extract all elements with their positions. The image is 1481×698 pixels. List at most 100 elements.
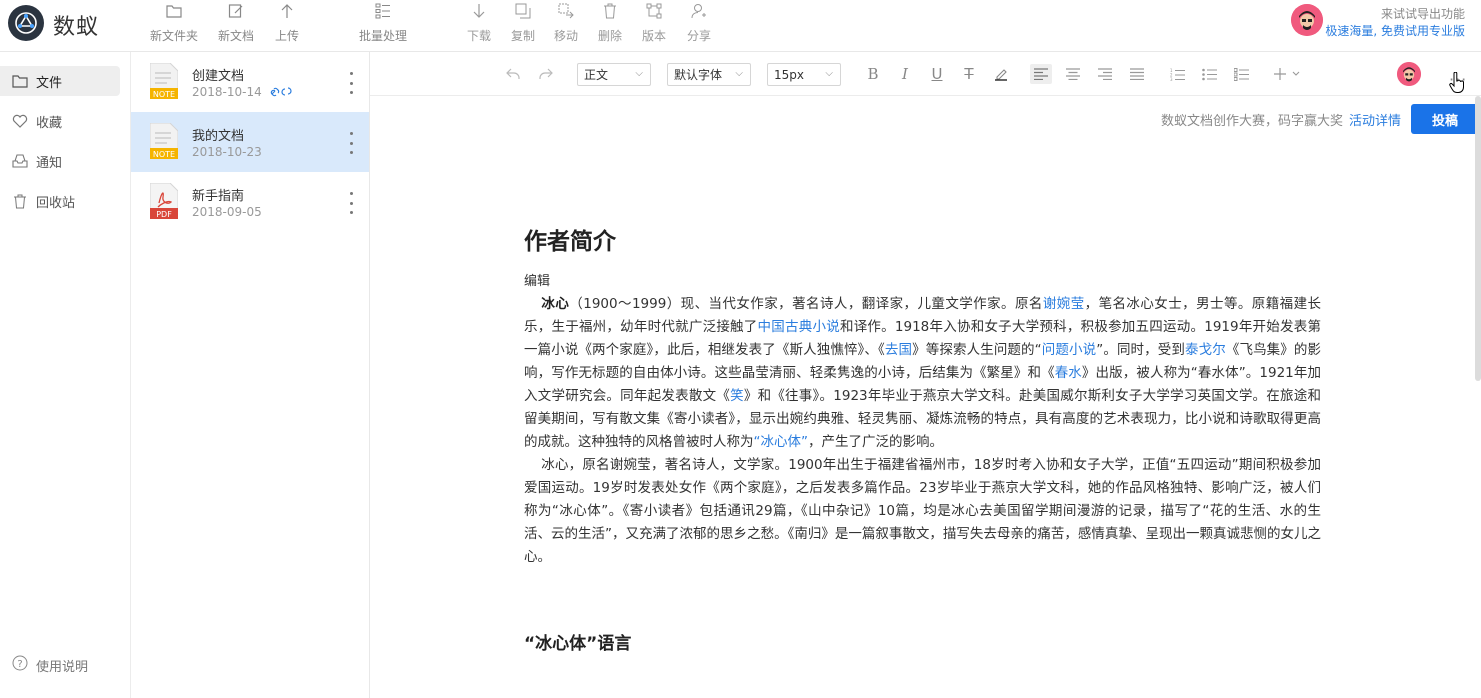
font-size-select[interactable]: 15px ⌵ [767,63,841,86]
bold-icon[interactable]: B [862,64,884,84]
underline-icon[interactable]: U [926,64,948,84]
copy-icon [514,2,532,20]
app-window: 数蚁 新文件夹 新文档 上传 批量处理 下载 复制 移动 删除 版本 分享 来试… [0,0,1481,698]
align-justify-icon[interactable] [1126,64,1148,84]
version-button[interactable]: 版本 [642,0,666,52]
checklist-icon[interactable] [1230,64,1252,84]
doc-link[interactable]: 泰戈尔 [1185,342,1226,358]
doc-link[interactable]: 中国古典小说 [758,319,840,335]
document-content[interactable]: 作者简介 编辑 冰心（1900～1999）现、当代女作家，著名诗人，翻译家，儿童… [524,222,1321,657]
file-list: NOTE 创建文档 2018-10-14 NOTE 我的文档 2018-10-2… [131,52,370,698]
svg-text:PDF: PDF [156,210,172,219]
svg-text:NOTE: NOTE [153,150,175,159]
help-icon: ? [12,655,28,675]
doc-paragraph-2: 冰心，原名谢婉莹，著名诗人，文学家。1900年出生于福建省福州市，18岁时考入协… [524,457,1321,565]
sidebar-item-trash[interactable]: 回收站 [0,186,120,216]
edit-label[interactable]: 编辑 [524,270,1321,293]
share-button[interactable]: 分享 [687,0,711,52]
strikethrough-icon[interactable]: T [958,64,980,84]
contest-banner: 数蚁文档创作大赛，码字赢大奖 活动详情 [1161,110,1401,129]
highlight-pen-icon[interactable] [990,64,1012,84]
delete-button[interactable]: 删除 [598,0,622,52]
undo-icon[interactable] [502,64,524,84]
app-name: 数蚁 [53,15,100,40]
pdf-file-icon: PDF [149,182,179,220]
file-name: 创建文档 [192,69,245,84]
file-more-icon[interactable] [347,132,355,154]
copy-button[interactable]: 复制 [511,0,535,52]
file-row[interactable]: NOTE 创建文档 2018-10-14 [131,52,369,112]
edit-doc-icon [227,2,245,20]
promo-line-2[interactable]: 极速海量, 免费试用专业版 [1325,23,1465,40]
font-size-value: 15px [774,67,804,82]
copy-label: 复制 [511,29,536,43]
bullet-list-icon[interactable] [1198,64,1220,84]
share-user-icon [690,2,708,20]
folder-icon [165,2,183,20]
app-logo[interactable] [8,5,44,41]
move-button[interactable]: 移动 [554,0,578,52]
sidebar-item-label: 通知 [36,155,63,171]
sidebar-item-label: 收藏 [36,115,63,131]
download-button[interactable]: 下载 [467,0,491,52]
upload-label: 上传 [275,29,300,43]
share-link-icon[interactable] [270,86,294,100]
redo-icon[interactable] [535,64,557,84]
user-avatar[interactable] [1291,4,1323,36]
top-bar: 数蚁 新文件夹 新文档 上传 批量处理 下载 复制 移动 删除 版本 分享 来试… [0,0,1481,52]
move-label: 移动 [554,29,579,43]
promo-banner[interactable]: 来试试导出功能 极速海量, 免费试用专业版 [1325,6,1465,40]
batch-button[interactable]: 批量处理 [359,0,407,52]
paragraph-style-select[interactable]: 正文 ⌵ [577,63,651,86]
heart-icon [12,113,28,129]
doc-subheading: “冰心体”语言 [524,634,632,654]
sidebar-item-label: 回收站 [36,195,76,211]
file-date: 2018-09-05 [192,205,262,219]
new-folder-label: 新文件夹 [150,29,199,43]
file-more-icon[interactable] [347,192,355,214]
scrollbar-thumb[interactable] [1475,96,1481,381]
version-label: 版本 [642,29,667,43]
new-doc-button[interactable]: 新文档 [218,0,254,52]
note-file-icon: NOTE [149,62,179,100]
contest-details-link[interactable]: 活动详情 [1349,114,1401,129]
upload-button[interactable]: 上传 [275,0,299,52]
version-icon [645,2,663,20]
sidebar-item-favorites[interactable]: 收藏 [0,106,120,136]
editor-area[interactable]: 数蚁文档创作大赛，码字赢大奖 活动详情 投稿 作者简介 编辑 冰心（1900～19… [370,96,1481,698]
align-center-icon[interactable] [1062,64,1084,84]
file-row[interactable]: PDF 新手指南 2018-09-05 [131,172,369,232]
chevron-down-icon: ⌵ [635,68,643,79]
align-right-icon[interactable] [1094,64,1116,84]
chevron-down-icon: ⌵ [735,68,743,79]
file-more-icon[interactable] [347,72,355,94]
insert-plus-icon[interactable] [1272,64,1306,84]
doc-link[interactable]: 春水 [1055,365,1082,381]
file-row[interactable]: NOTE 我的文档 2018-10-23 [131,112,369,172]
doc-link[interactable]: “冰心体” [754,434,809,450]
align-left-icon[interactable] [1030,64,1052,84]
doc-link[interactable]: 谢婉莹 [1043,296,1085,312]
collaborator-avatar[interactable] [1397,62,1421,86]
sidebar-item-notifications[interactable]: 通知 [0,146,120,176]
doc-paragraph-1: 冰心（1900～1999）现、当代女作家，著名诗人，翻译家，儿童文学作家。原名谢… [524,296,1322,450]
help-link[interactable]: ? 使用说明 [12,655,88,675]
ordered-list-icon[interactable]: 123 [1166,64,1188,84]
batch-list-icon [374,2,392,20]
doc-link[interactable]: 问题小说 [1042,342,1097,358]
sidebar-item-label: 文件 [36,75,63,91]
font-family-select[interactable]: 默认字体 ⌵ [667,63,751,86]
font-family-value: 默认字体 [674,68,723,82]
file-name: 我的文档 [192,129,245,144]
move-icon [557,2,575,20]
editor-toolbar: 正文 ⌵ 默认字体 ⌵ 15px ⌵ B I U T 123 ··· [370,52,1481,96]
folder-icon [12,73,28,89]
doc-link[interactable]: 去国 [885,342,912,358]
note-file-icon: NOTE [149,122,179,160]
sidebar-item-files[interactable]: 文件 [0,66,120,96]
delete-label: 删除 [598,29,623,43]
new-folder-button[interactable]: 新文件夹 [150,0,198,52]
italic-icon[interactable]: I [894,64,916,84]
doc-link[interactable]: 笑 [730,388,744,404]
submit-button[interactable]: 投稿 [1411,104,1479,134]
